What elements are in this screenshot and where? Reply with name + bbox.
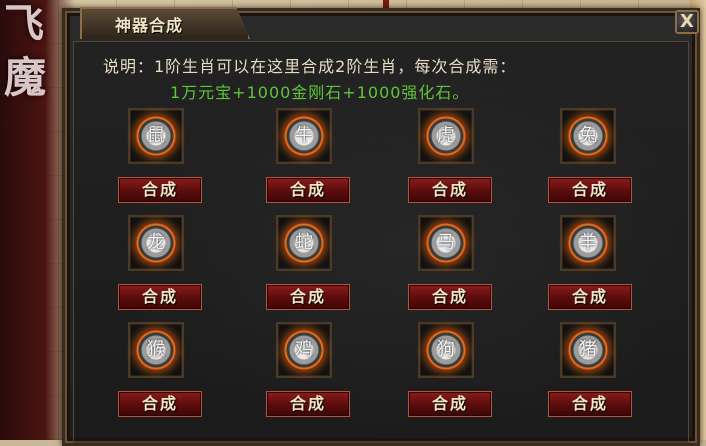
- zodiac-slot[interactable]: 猪: [560, 322, 616, 378]
- snake-icon: 蛇: [283, 222, 325, 264]
- synthesize-button[interactable]: 合成: [118, 177, 202, 203]
- cost-text: 1万元宝+1000金刚石+1000强化石。: [170, 83, 470, 102]
- synthesize-button[interactable]: 合成: [266, 284, 350, 310]
- zodiac-glyph: 牛: [295, 125, 313, 146]
- synthesize-button[interactable]: 合成: [266, 177, 350, 203]
- goat-icon: 羊: [567, 222, 609, 264]
- close-button[interactable]: X: [675, 10, 699, 34]
- dog-icon: 狗: [425, 329, 467, 371]
- zodiac-slot[interactable]: 鼠: [128, 108, 184, 164]
- zodiac-glyph: 狗: [437, 339, 455, 360]
- zodiac-slot[interactable]: 猴: [128, 322, 184, 378]
- zodiac-slot[interactable]: 牛: [276, 108, 332, 164]
- synthesize-button[interactable]: 合成: [548, 391, 632, 417]
- panel-title: 神器合成: [115, 16, 184, 35]
- synthesize-button[interactable]: 合成: [548, 177, 632, 203]
- zodiac-slot[interactable]: 兔: [560, 108, 616, 164]
- zodiac-glyph: 龙: [147, 232, 165, 253]
- zodiac-slot[interactable]: 马: [418, 215, 474, 271]
- description-text: 说明：1阶生肖可以在这里合成2阶生肖，每次合成需：: [103, 57, 517, 76]
- zodiac-glyph: 兔: [579, 125, 597, 146]
- zodiac-slot[interactable]: 蛇: [276, 215, 332, 271]
- synthesize-button[interactable]: 合成: [408, 391, 492, 417]
- synthesize-button[interactable]: 合成: [408, 284, 492, 310]
- horse-icon: 马: [425, 222, 467, 264]
- pig-icon: 猪: [567, 329, 609, 371]
- rooster-icon: 鸡: [283, 329, 325, 371]
- monkey-icon: 猴: [135, 329, 177, 371]
- synthesize-button[interactable]: 合成: [118, 391, 202, 417]
- zodiac-slot[interactable]: 鸡: [276, 322, 332, 378]
- synthesize-button[interactable]: 合成: [266, 391, 350, 417]
- zodiac-glyph: 鼠: [147, 125, 165, 146]
- tiger-icon: 虎: [425, 115, 467, 157]
- synthesize-button[interactable]: 合成: [118, 284, 202, 310]
- ox-icon: 牛: [283, 115, 325, 157]
- zodiac-glyph: 猴: [147, 339, 165, 360]
- zodiac-glyph: 虎: [437, 125, 455, 146]
- zodiac-glyph: 鸡: [295, 339, 313, 360]
- zodiac-glyph: 马: [437, 232, 455, 253]
- synthesize-button[interactable]: 合成: [548, 284, 632, 310]
- zodiac-glyph: 蛇: [295, 232, 313, 253]
- zodiac-glyph: 羊: [579, 232, 597, 253]
- synthesize-button[interactable]: 合成: [408, 177, 492, 203]
- zodiac-slot[interactable]: 虎: [418, 108, 474, 164]
- rabbit-icon: 兔: [567, 115, 609, 157]
- zodiac-slot[interactable]: 狗: [418, 322, 474, 378]
- zodiac-slot[interactable]: 羊: [560, 215, 616, 271]
- zodiac-slot[interactable]: 龙: [128, 215, 184, 271]
- zodiac-glyph: 猪: [579, 339, 597, 360]
- map-marker: [383, 0, 389, 8]
- dragon-icon: 龙: [135, 222, 177, 264]
- rat-icon: 鼠: [135, 115, 177, 157]
